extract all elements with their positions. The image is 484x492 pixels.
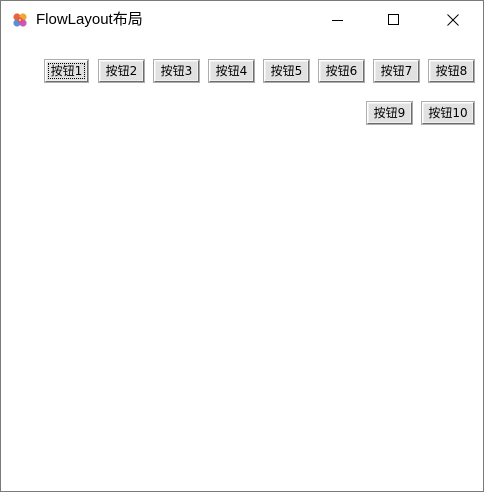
button-10-label: 按钮10	[428, 106, 468, 120]
button-7[interactable]: 按钮7	[373, 59, 420, 83]
button-6[interactable]: 按钮6	[318, 59, 365, 83]
button-8-label: 按钮8	[435, 64, 468, 78]
button-2[interactable]: 按钮2	[98, 59, 145, 83]
button-9-label: 按钮9	[373, 106, 406, 120]
button-7-label: 按钮7	[380, 64, 413, 78]
maximize-icon	[388, 13, 400, 26]
button-1[interactable]: 按钮1	[44, 59, 89, 83]
button-2-label: 按钮2	[105, 64, 138, 78]
button-4[interactable]: 按钮4	[208, 59, 255, 83]
button-3-label: 按钮3	[160, 64, 193, 78]
java-coffee-cup-icon[interactable]	[11, 11, 29, 29]
window-title: FlowLayout布局	[36, 11, 143, 28]
flow-layout-panel: 按钮1 按钮2 按钮3 按钮4 按钮5 按钮6 按钮7 按钮8 按钮9 按钮10	[1, 38, 483, 491]
button-6-label: 按钮6	[325, 64, 358, 78]
minimize-button[interactable]	[315, 1, 361, 38]
button-3[interactable]: 按钮3	[153, 59, 200, 83]
close-icon	[447, 13, 459, 26]
close-button[interactable]	[430, 1, 476, 38]
button-5-label: 按钮5	[270, 64, 303, 78]
button-5[interactable]: 按钮5	[263, 59, 310, 83]
button-8[interactable]: 按钮8	[428, 59, 475, 83]
button-10[interactable]: 按钮10	[421, 101, 475, 125]
app-window: FlowLayout布局 按钮1 按钮2 按钮3 按钮4 按钮5 按钮6 按钮7…	[0, 0, 484, 492]
button-4-label: 按钮4	[215, 64, 248, 78]
maximize-button[interactable]	[371, 1, 417, 38]
title-bar[interactable]: FlowLayout布局	[1, 1, 483, 38]
button-9[interactable]: 按钮9	[366, 101, 413, 125]
button-1-label: 按钮1	[47, 63, 86, 79]
minimize-icon	[332, 14, 344, 26]
